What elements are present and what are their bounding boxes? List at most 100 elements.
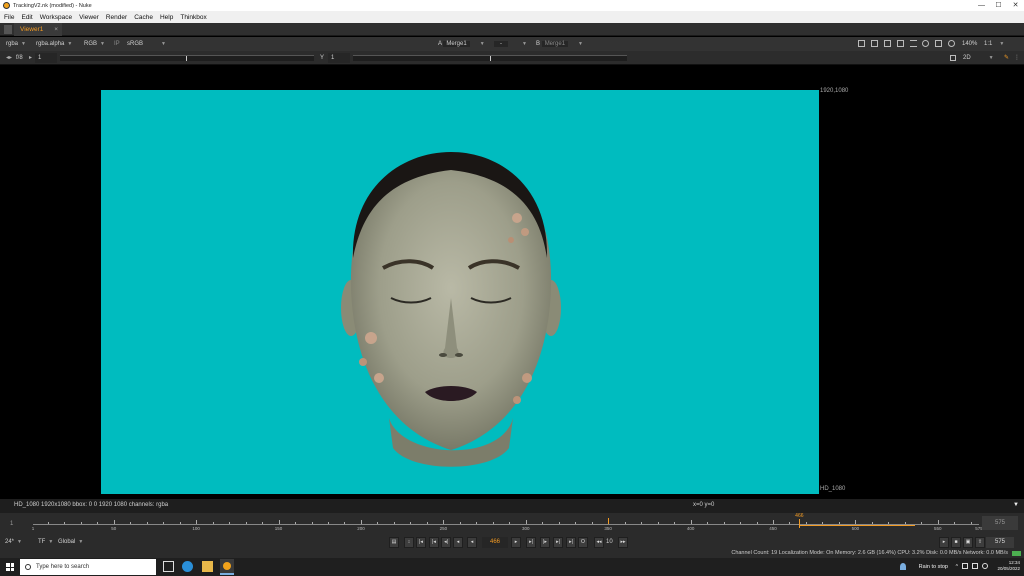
tf-dropdown[interactable]: TF ▼	[38, 537, 53, 548]
display-channel-dropdown[interactable]: RGB ▼	[84, 39, 105, 49]
system-clock[interactable]: 12:34 20/05/2022	[997, 560, 1020, 572]
gain-slider[interactable]	[60, 55, 314, 61]
current-frame-field[interactable]: 466	[482, 537, 508, 548]
format-label-top: 1920,1080	[820, 88, 849, 94]
ruler-minor-tick	[805, 522, 807, 524]
in-point-icon[interactable]: ↕	[404, 537, 414, 548]
windows-start-icon[interactable]	[6, 563, 14, 571]
cache-icon[interactable]: ▸	[939, 537, 949, 548]
info-menu-icon[interactable]: ▼	[1013, 502, 1019, 508]
proxy-icon[interactable]	[897, 40, 904, 47]
edge-browser-icon[interactable]	[182, 561, 193, 572]
play-forward-icon[interactable]: ▸	[511, 537, 521, 548]
lut-dropdown[interactable]: sRGB ▼	[127, 39, 166, 49]
ruler-tick-label: 250	[439, 526, 448, 531]
close-button[interactable]: ✕	[1007, 0, 1024, 11]
gain-field[interactable]: 1	[35, 53, 57, 63]
roi-icon[interactable]	[858, 40, 865, 47]
lines-icon[interactable]	[910, 40, 917, 47]
weather-text[interactable]: Rain to stop	[919, 564, 948, 570]
frame-increment[interactable]: 10	[606, 537, 613, 548]
task-view-icon[interactable]	[163, 561, 174, 572]
image-frame	[101, 90, 819, 494]
step-forward-icon[interactable]: |▸	[540, 537, 550, 548]
last-frame-icon[interactable]: ▸|	[566, 537, 576, 548]
network-icon[interactable]	[962, 563, 968, 569]
gear-icon[interactable]	[948, 40, 955, 47]
gain-step-icon[interactable]: ▸	[29, 53, 32, 63]
menu-edit[interactable]: Edit	[21, 14, 32, 21]
view-mode-icon[interactable]	[950, 55, 956, 61]
wipe-mode-dropdown[interactable]: - ▼	[494, 39, 527, 49]
paint-brush-icon[interactable]: ✎	[1004, 53, 1009, 63]
timeline-marker[interactable]	[608, 518, 610, 524]
timeline[interactable]: 1 1 50 100 150 200 250 300 350 400 450 500 550 575 46…	[0, 513, 1024, 535]
export-icon[interactable]: ⇧	[975, 537, 985, 548]
overlay-icon[interactable]	[884, 40, 891, 47]
ip-toggle[interactable]: IP	[114, 39, 120, 49]
taskbar-search-input[interactable]: Type here to search	[20, 559, 156, 575]
preview-icon[interactable]: ■	[951, 537, 961, 548]
ruler-tick-label: 200	[357, 526, 365, 531]
prev-keyframe-icon[interactable]: |◂	[429, 537, 439, 548]
prev-frame-icon[interactable]: ◂	[453, 537, 463, 548]
step-back-icon[interactable]: ◂|	[441, 537, 451, 548]
tray-chevron-icon[interactable]: ^	[956, 564, 958, 570]
weather-icon[interactable]	[900, 563, 906, 570]
pixel-ratio-dropdown[interactable]: 1:1 ▼	[984, 39, 1004, 49]
first-frame-icon[interactable]: |◂	[416, 537, 426, 548]
menu-viewer[interactable]: Viewer	[79, 14, 99, 21]
pane-menu-icon[interactable]	[4, 25, 12, 34]
ruler-minor-tick	[674, 522, 676, 524]
viewer-canvas[interactable]: 1920,1080 HD_1080	[0, 65, 1024, 499]
zoom-level[interactable]: 140%	[962, 39, 977, 49]
more-icon[interactable]: ⋮	[1014, 53, 1020, 63]
global-dropdown[interactable]: Global ▼	[58, 537, 83, 548]
alpha-channel-dropdown[interactable]: rgba.alpha ▼	[36, 39, 72, 49]
gamma-slider[interactable]	[353, 55, 627, 61]
maximize-button[interactable]: ☐	[990, 0, 1007, 11]
end-frame-field[interactable]: 575	[986, 537, 1014, 548]
channels-dropdown[interactable]: rgba ▼	[6, 39, 26, 49]
minimize-button[interactable]: —	[973, 0, 990, 11]
tab-viewer1[interactable]: Viewer1 ×	[14, 23, 62, 36]
b-input-dropdown[interactable]: B Merge1 ▼	[536, 39, 583, 49]
menu-workspace[interactable]: Workspace	[40, 14, 72, 21]
next-frame-icon[interactable]: ▸|	[526, 537, 536, 548]
next-keyframe-icon[interactable]: ▸|	[553, 537, 563, 548]
ruler-minor-tick	[130, 522, 132, 524]
flipbook-icon[interactable]: ▤	[389, 537, 399, 548]
play-back-icon[interactable]: ◂	[467, 537, 477, 548]
pause-icon[interactable]	[935, 40, 942, 47]
fps-dropdown[interactable]: 24* ▼	[5, 537, 22, 548]
a-input-dropdown[interactable]: A Merge1 ▼	[438, 39, 485, 49]
tab-close-icon[interactable]: ×	[54, 23, 58, 36]
menu-thinkbox[interactable]: Thinkbox	[180, 14, 206, 21]
loop-icon[interactable]: O	[578, 537, 588, 548]
timeline-start[interactable]: 1	[10, 521, 13, 527]
battery-icon[interactable]	[972, 563, 978, 569]
file-explorer-icon[interactable]	[202, 561, 213, 572]
face-image	[341, 152, 561, 467]
fstop-value[interactable]: f/8	[16, 53, 23, 63]
ruler-minor-tick	[64, 522, 66, 524]
cursor-coords: x=0 y=0	[693, 502, 715, 508]
timeline-ruler[interactable]: 1 50 100 150 200 250 300 350 400 450 500 550 575 466	[32, 513, 983, 533]
skip-forward-icon[interactable]: ▸▸	[618, 537, 628, 548]
menu-file[interactable]: File	[4, 14, 14, 21]
playback-controls: 24* ▼ TF ▼ Global ▼ ▤ ↕ |◂ |◂ ◂| ◂ ◂ 466 ▸ …	[0, 535, 1024, 550]
fstop-arrows-icon[interactable]: ◂▸	[6, 53, 12, 63]
playhead[interactable]	[799, 519, 801, 528]
gamma-field[interactable]: 1	[328, 53, 350, 63]
menu-render[interactable]: Render	[106, 14, 127, 21]
view-mode-dropdown[interactable]: 2D ▼	[963, 53, 994, 63]
skip-back-icon[interactable]: ◂◂	[594, 537, 604, 548]
nuke-taskbar-icon[interactable]	[220, 559, 234, 575]
menu-cache[interactable]: Cache	[134, 14, 153, 21]
refresh-icon[interactable]	[922, 40, 929, 47]
mask-icon[interactable]	[871, 40, 878, 47]
volume-icon[interactable]	[982, 563, 988, 569]
menu-help[interactable]: Help	[160, 14, 173, 21]
lock-icon[interactable]: ▣	[963, 537, 973, 548]
timeline-end[interactable]: 575	[982, 516, 1018, 530]
